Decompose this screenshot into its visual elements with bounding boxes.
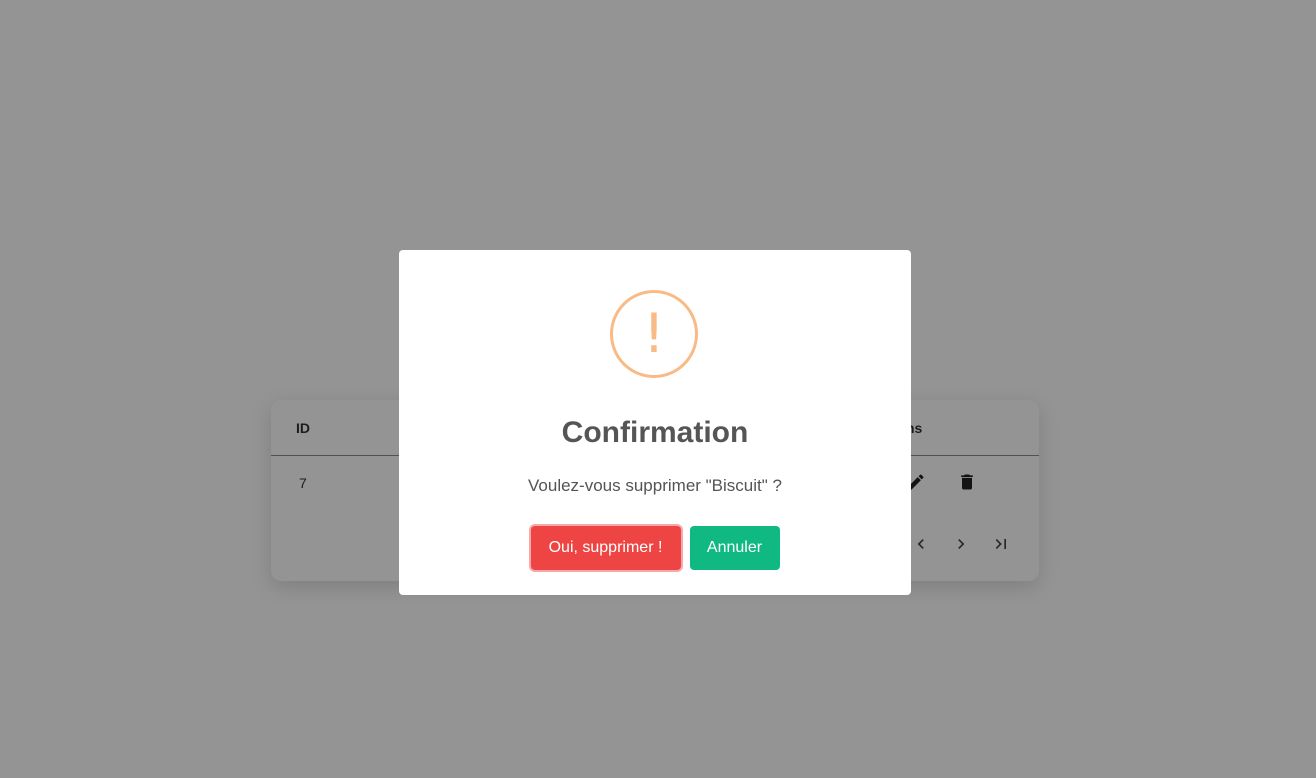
dialog-title: Confirmation	[561, 416, 749, 449]
confirmation-dialog: ! Confirmation Voulez-vous supprimer "Bi…	[399, 250, 911, 595]
confirm-delete-button[interactable]: Oui, supprimer !	[530, 526, 681, 570]
dialog-message: Voulez-vous supprimer "Biscuit" ?	[528, 476, 782, 495]
warning-icon: !	[610, 290, 698, 378]
cancel-button[interactable]: Annuler	[689, 526, 780, 570]
dialog-actions: Oui, supprimer ! Annuler	[399, 526, 911, 570]
